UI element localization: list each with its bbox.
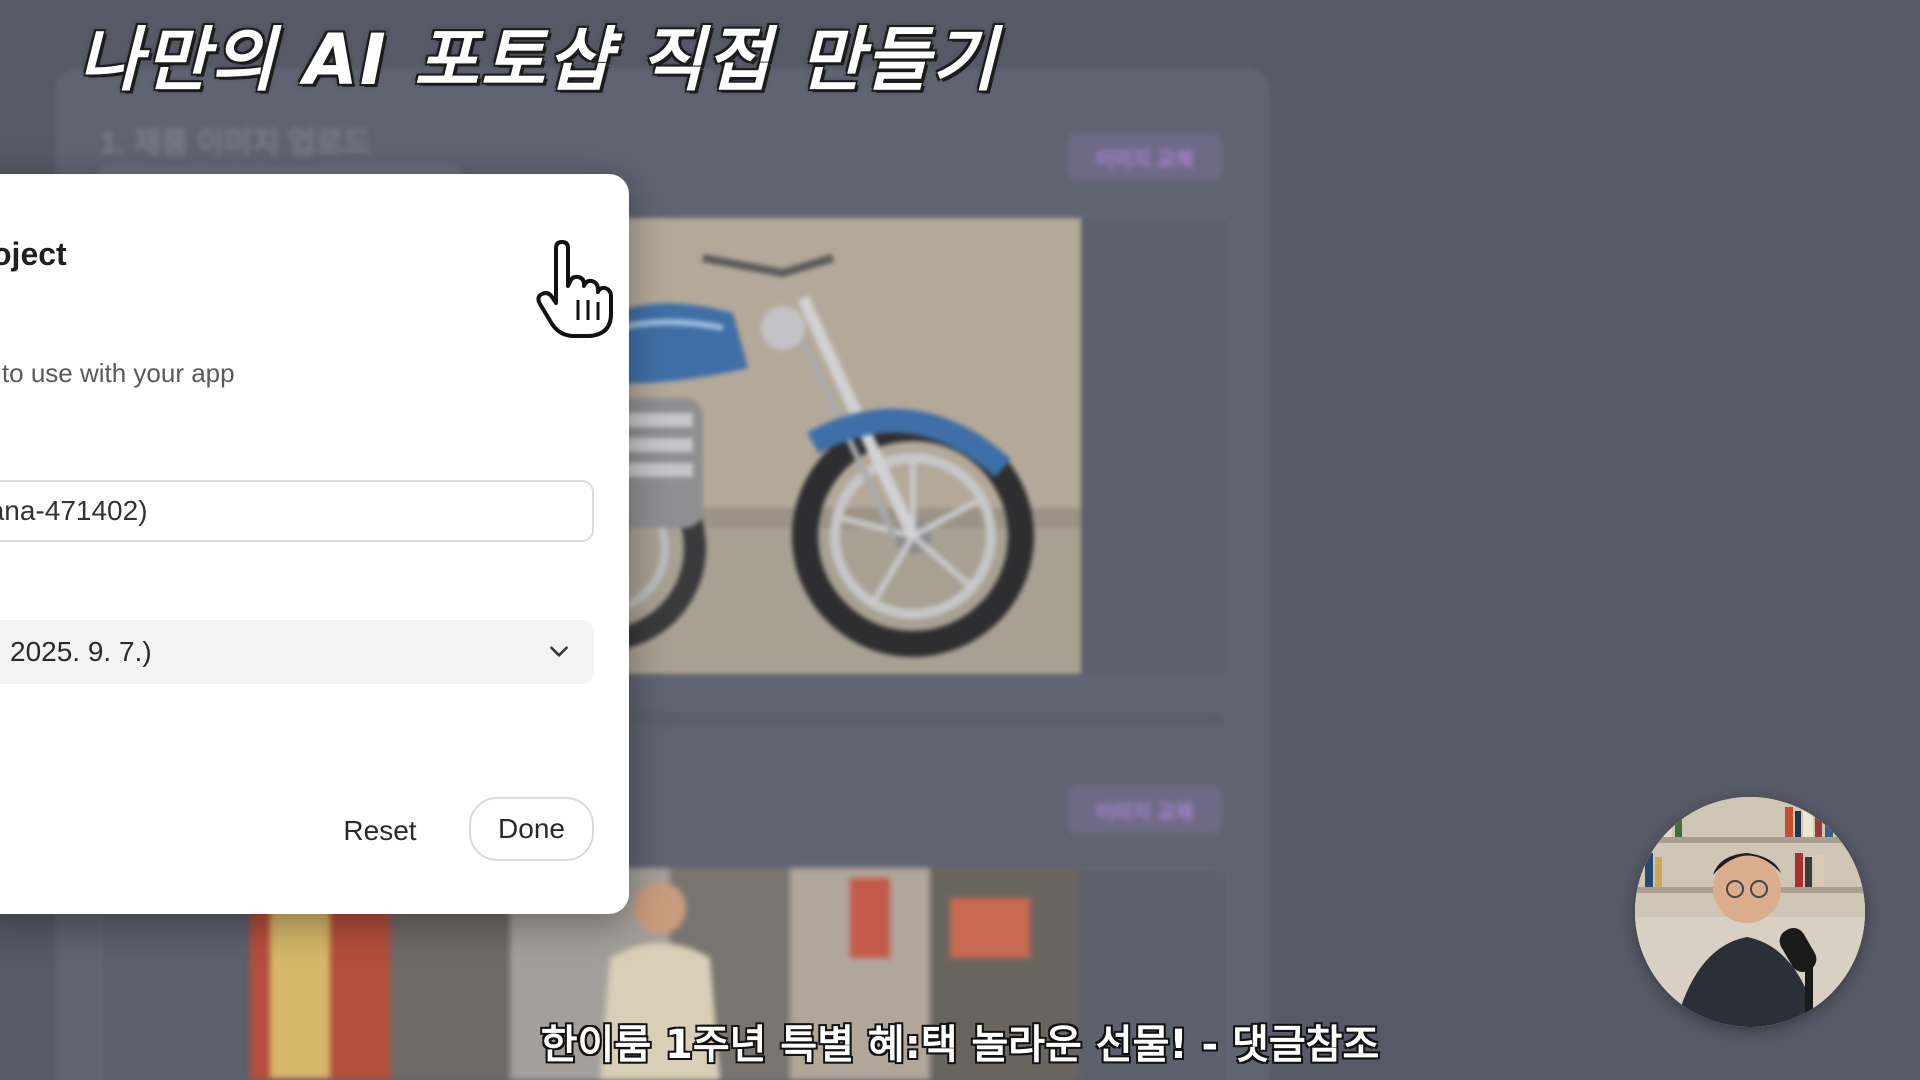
date-value: 2025. 9. 7.) — [10, 636, 152, 667]
chevron-down-icon — [550, 646, 568, 657]
promo-caption: 한이룸 1주년 특별 혜:택 놀라운 선물! - 댓글참조 — [540, 1022, 1380, 1068]
dialog-title: project — [0, 236, 67, 272]
webcam-presenter-video — [1635, 797, 1865, 1027]
background-section-title: 1. 제품 이미지 업로드 — [100, 127, 371, 160]
video-title-overlay: 나만의 AI 포토샵 직접 만들기 — [78, 19, 999, 101]
motorcycle-photo — [583, 218, 1081, 674]
done-button[interactable]: Done — [469, 797, 594, 861]
replace-image-button-2[interactable]: 이미지 교체 — [1067, 786, 1222, 834]
hand-pointer-icon — [536, 240, 613, 338]
reset-button[interactable]: Reset — [320, 799, 440, 863]
screen: 1. 제품 이미지 업로드 이미지 교체 이미지 교체 나만의 AI 포토샵 직… — [0, 0, 1920, 1080]
project-value: banana-471402) — [0, 495, 148, 526]
dialog-description: ect to use with your app — [0, 358, 235, 388]
project-select-field[interactable]: banana-471402) — [0, 480, 594, 542]
date-dropdown[interactable]: 2025. 9. 7.) — [0, 620, 594, 684]
replace-image-button[interactable]: 이미지 교체 — [1067, 133, 1222, 181]
